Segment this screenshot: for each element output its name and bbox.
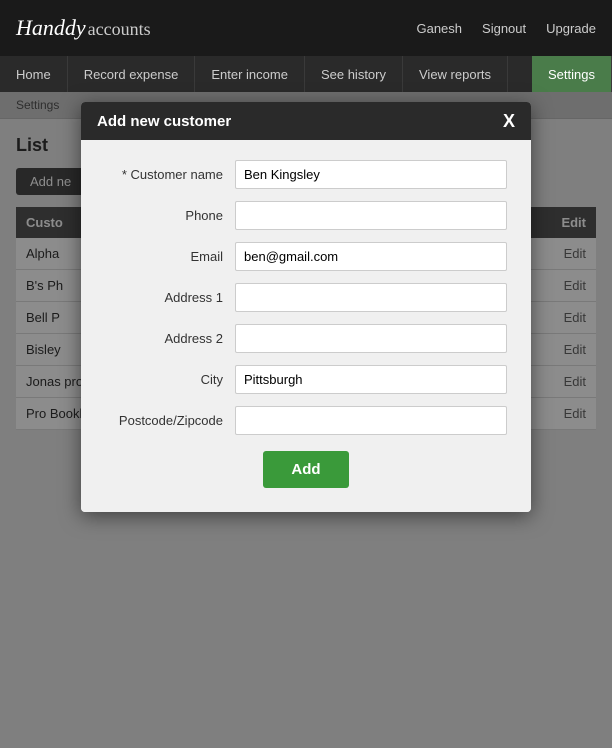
tab-record-expense[interactable]: Record expense (68, 56, 196, 92)
signout-link[interactable]: Signout (482, 21, 526, 36)
form-row: Address 2 (105, 324, 507, 353)
form-row: Email (105, 242, 507, 271)
modal-header: Add new customer X (81, 102, 531, 140)
address1-input[interactable] (235, 283, 507, 312)
topnav-links: Ganesh Signout Upgrade (416, 21, 596, 36)
tab-home[interactable]: Home (0, 56, 68, 92)
form-label: * Customer name (105, 167, 235, 182)
form-label: Postcode/Zipcode (105, 413, 235, 428)
address2-input[interactable] (235, 324, 507, 353)
user-link[interactable]: Ganesh (416, 21, 462, 36)
topbar: Handdyaccounts Ganesh Signout Upgrade (0, 0, 612, 56)
modal-submit-button[interactable]: Add (263, 451, 348, 488)
form-label: Phone (105, 208, 235, 223)
email-input[interactable] (235, 242, 507, 271)
modal: Add new customer X * Customer name Phone… (81, 102, 531, 512)
tabbar: Home Record expense Enter income See his… (0, 56, 612, 92)
tab-see-history[interactable]: See history (305, 56, 403, 92)
form-row: Address 1 (105, 283, 507, 312)
form-row: City (105, 365, 507, 394)
form-row: * Customer name (105, 160, 507, 189)
tab-enter-income[interactable]: Enter income (195, 56, 305, 92)
postcode-input[interactable] (235, 406, 507, 435)
tab-view-reports[interactable]: View reports (403, 56, 508, 92)
modal-overlay: Add new customer X * Customer name Phone… (0, 92, 612, 748)
form-label: Address 1 (105, 290, 235, 305)
phone-input[interactable] (235, 201, 507, 230)
tab-settings[interactable]: Settings (532, 56, 612, 92)
customer-name-input[interactable] (235, 160, 507, 189)
modal-close-button[interactable]: X (503, 112, 515, 130)
city-input[interactable] (235, 365, 507, 394)
app-logo: Handdyaccounts (16, 15, 151, 41)
modal-body: * Customer name Phone Email Address 1 Ad… (81, 140, 531, 512)
form-label: Address 2 (105, 331, 235, 346)
upgrade-link[interactable]: Upgrade (546, 21, 596, 36)
modal-title: Add new customer (97, 113, 231, 130)
form-label: City (105, 372, 235, 387)
form-row: Phone (105, 201, 507, 230)
form-row: Postcode/Zipcode (105, 406, 507, 435)
form-label: Email (105, 249, 235, 264)
